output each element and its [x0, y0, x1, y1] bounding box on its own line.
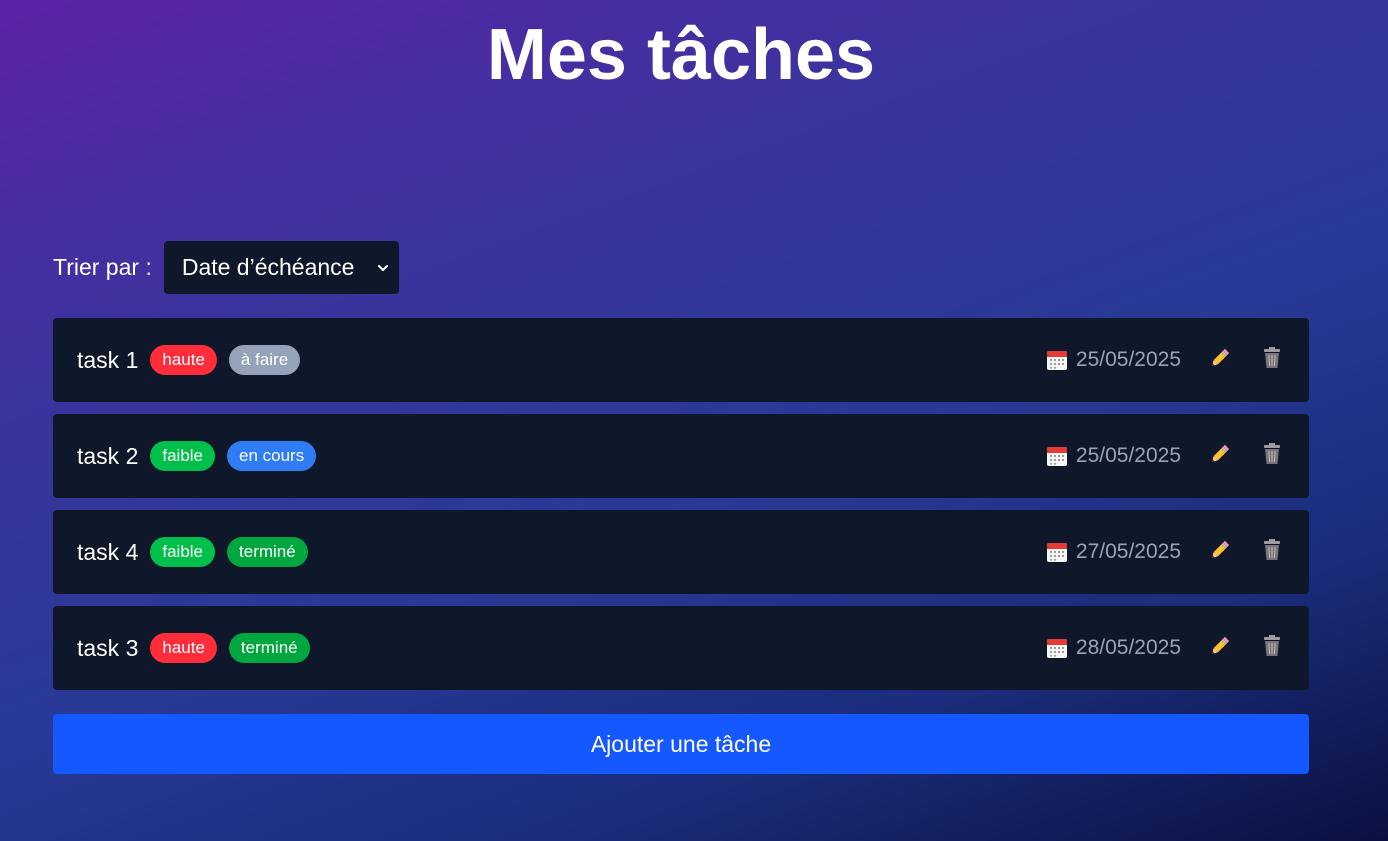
calendar-icon [1046, 637, 1068, 659]
status-badge: terminé [227, 537, 308, 567]
trash-icon [1261, 538, 1283, 567]
edit-button[interactable] [1207, 635, 1233, 661]
task-row[interactable]: task 1 haute à faire 25/05/2025 [53, 318, 1309, 402]
calendar-icon [1046, 445, 1068, 467]
pencil-icon [1208, 634, 1232, 663]
task-due-date: 28/05/2025 [1075, 636, 1181, 659]
task-list: task 1 haute à faire 25/05/2025 task 2 f… [53, 318, 1309, 702]
priority-badge: haute [150, 633, 217, 663]
status-badge: en cours [227, 441, 317, 471]
task-row[interactable]: task 2 faible en cours 25/05/2025 [53, 414, 1309, 498]
pencil-icon [1208, 346, 1232, 375]
page-title: Mes tâches [486, 15, 876, 95]
delete-button[interactable] [1259, 442, 1285, 471]
trash-icon [1261, 346, 1283, 375]
priority-badge: faible [150, 441, 216, 471]
chevron-down-icon [375, 260, 391, 276]
priority-badge: haute [150, 345, 217, 375]
task-row[interactable]: task 4 faible terminé 27/05/2025 [53, 510, 1309, 594]
pencil-icon [1208, 538, 1232, 567]
sort-control: Trier par : Date d’échéance [53, 241, 399, 294]
sort-selected-value: Date d’échéance [181, 254, 355, 280]
edit-button[interactable] [1207, 347, 1233, 373]
status-badge: terminé [228, 633, 310, 663]
sort-label: Trier par : [53, 254, 152, 280]
status-badge: à faire [228, 345, 301, 375]
task-title: task 2 [77, 442, 139, 469]
edit-button[interactable] [1207, 443, 1233, 469]
delete-button[interactable] [1259, 634, 1285, 663]
trash-icon [1261, 634, 1283, 663]
task-row[interactable]: task 3 haute terminé 28/05/2025 [53, 606, 1309, 690]
delete-button[interactable] [1259, 538, 1285, 567]
calendar-icon [1046, 349, 1068, 371]
calendar-icon [1046, 541, 1068, 563]
task-due-date: 25/05/2025 [1075, 444, 1181, 467]
task-title: task 3 [77, 634, 139, 661]
priority-badge: faible [150, 537, 216, 567]
task-title: task 1 [77, 346, 139, 373]
task-due-date: 25/05/2025 [1075, 348, 1181, 371]
task-due-date: 27/05/2025 [1075, 540, 1181, 563]
sort-select[interactable]: Date d’échéance [163, 241, 399, 294]
delete-button[interactable] [1259, 346, 1285, 375]
task-title: task 4 [77, 538, 139, 565]
add-task-button[interactable]: Ajouter une tâche [53, 714, 1309, 774]
pencil-icon [1208, 442, 1232, 471]
edit-button[interactable] [1207, 539, 1233, 565]
trash-icon [1261, 442, 1283, 471]
